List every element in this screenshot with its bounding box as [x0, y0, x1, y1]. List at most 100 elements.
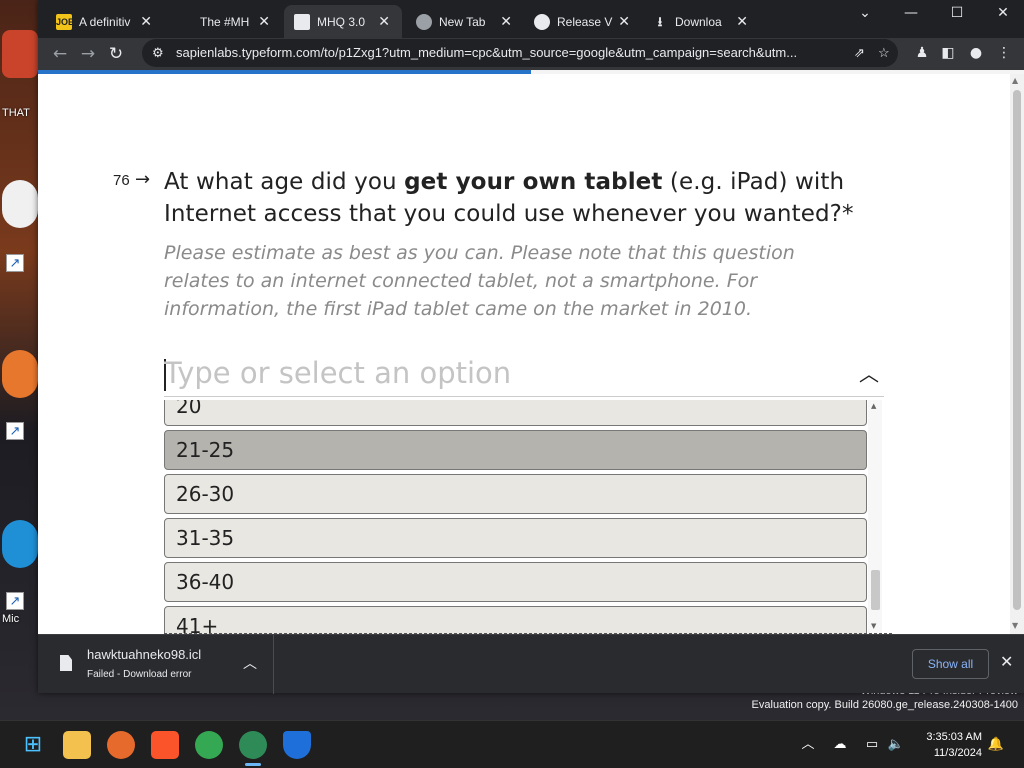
close-icon[interactable]: ✕: [618, 13, 630, 30]
close-icon[interactable]: ✕: [378, 13, 390, 30]
close-icon[interactable]: ✕: [258, 13, 270, 30]
defender-icon[interactable]: [283, 731, 311, 759]
tab-mh[interactable]: The #MH ✕: [164, 5, 282, 38]
options-list[interactable]: 20 21-25 26-30 31-35 36-40 41+ ▲ ▼: [164, 400, 884, 634]
download-status: Failed - Download error: [87, 669, 192, 680]
download-item[interactable]: hawktuahneko98.icl Failed - Download err…: [38, 635, 274, 694]
maximize-button[interactable]: ☐: [934, 0, 980, 28]
question-description: Please estimate as best as you can. Plea…: [164, 242, 795, 320]
typeform-page: 76 → At what age did you get your own ta…: [38, 74, 1010, 634]
option-item[interactable]: 26-30: [164, 474, 867, 514]
input-placeholder: Type or select an option: [164, 356, 512, 390]
browser-toolbar: ← → ↻ ⚙ sapienlabs.typeform.com/to/p1Zxg…: [38, 38, 1024, 70]
address-bar[interactable]: ⚙ sapienlabs.typeform.com/to/p1Zxg1?utm_…: [142, 39, 898, 67]
reload-icon[interactable]: ↻: [103, 41, 129, 67]
taskbar: ⊞ ︿ ☁ ▭ 🔈 3:35:03 AM 11/3/2024 🔔: [0, 720, 1024, 768]
network-icon[interactable]: ☁: [830, 735, 850, 755]
clock-date: 11/3/2024: [933, 747, 982, 759]
active-app-indicator: [245, 763, 261, 766]
shortcut-arrow-icon: ↗: [6, 422, 24, 440]
close-window-button[interactable]: ✕: [980, 0, 1024, 28]
share-icon[interactable]: ⇗: [854, 39, 865, 67]
brave-icon[interactable]: [151, 731, 179, 759]
tab-download[interactable]: ⭳ Downloa ✕: [642, 5, 760, 38]
tab-title: A definitiv: [79, 14, 131, 29]
scroll-down-arrow-icon[interactable]: ▼: [1012, 621, 1018, 630]
chevron-up-icon[interactable]: ︿: [243, 653, 257, 673]
desktop-icon[interactable]: [0, 30, 38, 78]
system-clock[interactable]: 3:35:03 AM 11/3/2024: [912, 729, 982, 761]
minimize-button[interactable]: —: [888, 0, 934, 28]
option-item[interactable]: 36-40: [164, 562, 867, 602]
close-icon[interactable]: ✕: [1000, 652, 1013, 671]
watermark-line: Evaluation copy. Build 26080.ge_release.…: [751, 699, 1018, 711]
volume-icon[interactable]: 🔈: [886, 735, 906, 755]
profile-avatar-icon[interactable]: ●: [966, 43, 986, 63]
close-icon[interactable]: ✕: [500, 13, 512, 30]
scrollbar-thumb[interactable]: [1013, 90, 1021, 610]
extension-icon[interactable]: ♟: [912, 43, 932, 63]
bookmark-star-icon[interactable]: ☆: [878, 39, 890, 67]
browser-window: JOE A definitiv ✕ The #MH ✕ MHQ 3.0 ✕ Ne…: [38, 0, 1024, 694]
tab-title: The #MH: [200, 14, 250, 29]
desktop-icon-edge[interactable]: ↗: [0, 520, 38, 610]
github-icon: [534, 13, 550, 30]
options-scrollbar[interactable]: ▲ ▼: [868, 400, 882, 634]
question-title: At what age did you get your own tablet …: [164, 166, 924, 230]
tab-release[interactable]: Release V ✕: [524, 5, 642, 38]
edge-beta-icon[interactable]: [239, 731, 267, 759]
windows-start-icon[interactable]: ⊞: [19, 731, 47, 759]
chrome-icon[interactable]: [195, 731, 223, 759]
clock-time: 3:35:03 AM: [926, 731, 982, 743]
show-all-button[interactable]: Show all: [912, 649, 989, 679]
scroll-up-arrow-icon[interactable]: ▲: [1012, 76, 1018, 85]
joe-logo-icon: JOE: [56, 13, 74, 30]
download-file-name: hawktuahneko98.icl: [87, 647, 202, 662]
option-item[interactable]: 21-25: [164, 430, 867, 470]
chrome-icon: [416, 13, 432, 30]
tab-strip: JOE A definitiv ✕ The #MH ✕ MHQ 3.0 ✕ Ne…: [38, 0, 1024, 38]
desktop-icon-label: THAT: [2, 107, 30, 119]
download-icon: ⭳: [657, 13, 663, 29]
desktop-icon-label: Mic: [2, 613, 20, 625]
file-explorer-icon[interactable]: [63, 731, 91, 759]
tab-new-tab[interactable]: New Tab ✕: [406, 5, 524, 38]
scroll-up-arrow-icon[interactable]: ▲: [871, 402, 876, 410]
question-text-bold: get your own tablet: [404, 169, 663, 195]
arrow-right-icon: →: [135, 169, 151, 190]
tab-title: MHQ 3.0: [317, 14, 366, 29]
close-icon[interactable]: ✕: [736, 13, 748, 30]
tab-joe[interactable]: JOE A definitiv ✕: [46, 5, 164, 38]
tab-title: Release V: [557, 14, 613, 29]
firefox-icon[interactable]: [107, 731, 135, 759]
chevron-up-icon[interactable]: ︿: [798, 735, 818, 755]
scroll-down-arrow-icon[interactable]: ▼: [871, 622, 876, 630]
desktop-icon[interactable]: ↗: [0, 180, 38, 272]
file-icon: [60, 655, 72, 671]
close-icon[interactable]: ✕: [140, 13, 152, 30]
page-scrollbar[interactable]: ▲ ▼: [1010, 74, 1024, 634]
back-arrow-icon[interactable]: ←: [47, 41, 73, 67]
display-icon[interactable]: ▭: [862, 735, 882, 755]
tab-title: New Tab: [439, 14, 486, 29]
side-panel-icon[interactable]: ◧: [938, 43, 958, 63]
option-item[interactable]: 20: [164, 400, 867, 426]
url-text: sapienlabs.typeform.com/to/p1Zxg1?utm_me…: [176, 45, 798, 60]
tab-search-chevron-icon[interactable]: ⌄: [842, 0, 888, 28]
option-search-input[interactable]: Type or select an option ︿: [164, 353, 884, 397]
chevron-up-icon[interactable]: ︿: [854, 359, 884, 389]
scrollbar-thumb[interactable]: [871, 570, 880, 610]
shortcut-arrow-icon: ↗: [6, 254, 24, 272]
typeform-icon: [294, 13, 310, 30]
notification-bell-icon[interactable]: 🔔: [986, 735, 1006, 755]
site-settings-icon[interactable]: ⚙: [152, 39, 164, 67]
question-text-before: At what age did you: [164, 169, 405, 195]
tab-title: Downloa: [675, 14, 722, 29]
tab-mhq[interactable]: MHQ 3.0 ✕: [284, 5, 402, 38]
menu-kebab-icon[interactable]: ⋮: [994, 43, 1014, 63]
question-number: 76: [113, 172, 130, 189]
forward-arrow-icon[interactable]: →: [75, 41, 101, 67]
option-item[interactable]: 41+: [164, 606, 867, 634]
option-item[interactable]: 31-35: [164, 518, 867, 558]
desktop-icon[interactable]: ↗: [0, 350, 38, 440]
